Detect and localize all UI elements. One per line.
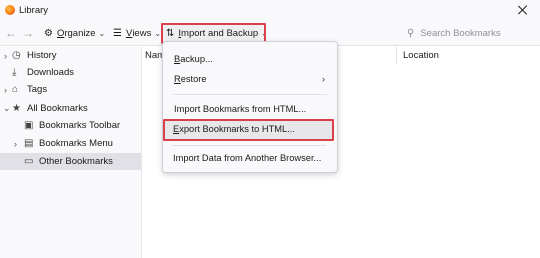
firefox-logo-icon xyxy=(5,5,15,15)
sidebar-tree: › ◷ History ⤓ Downloads › ⌂ Tags ⌄ ★ All… xyxy=(0,47,142,258)
close-window-icon[interactable] xyxy=(516,3,530,17)
tag-icon: ⌂ xyxy=(12,84,19,95)
organize-button[interactable]: ⚙ Organize ⌄ xyxy=(42,25,107,42)
menu-icon: ▤ xyxy=(24,138,34,149)
search-icon: ⚲ xyxy=(407,28,415,39)
search-placeholder: Search Bookmarks xyxy=(420,28,501,39)
forward-arrow-icon[interactable]: → xyxy=(22,26,34,40)
chevron-right-icon[interactable]: › xyxy=(4,51,7,61)
toolbar-icon: ▣ xyxy=(24,120,34,131)
column-separator[interactable] xyxy=(396,47,397,64)
views-button[interactable]: ☰ Views ⌄ xyxy=(111,25,163,42)
column-header-location[interactable]: Location xyxy=(403,47,439,64)
export-item-highlight xyxy=(163,119,334,141)
menu-item-restore[interactable]: Restore › xyxy=(163,71,337,87)
gear-icon: ⚙ xyxy=(44,28,53,39)
sidebar-item-bookmarks-menu[interactable]: › ▤ Bookmarks Menu xyxy=(0,135,141,152)
menu-separator xyxy=(173,94,327,95)
menu-item-import-html[interactable]: Import Bookmarks from HTML... xyxy=(163,101,337,117)
sidebar-item-bookmarks-toolbar[interactable]: ▣ Bookmarks Toolbar xyxy=(0,117,141,134)
chevron-down-icon: ⌄ xyxy=(98,29,106,38)
sidebar-item-other-bookmarks[interactable]: ▭ Other Bookmarks xyxy=(0,153,141,170)
folder-icon: ▭ xyxy=(24,156,34,167)
star-icon: ★ xyxy=(12,103,21,114)
title-bar: Library xyxy=(0,0,540,21)
import-backup-menu: Backup... Restore › Import Bookmarks fro… xyxy=(162,41,338,173)
chevron-right-icon: › xyxy=(322,74,325,84)
sidebar-item-all-bookmarks[interactable]: ⌄ ★ All Bookmarks xyxy=(0,100,141,117)
menu-item-backup[interactable]: Backup... xyxy=(163,51,337,67)
back-arrow-icon[interactable]: ← xyxy=(5,26,17,40)
clock-icon: ◷ xyxy=(12,50,21,61)
sidebar-item-history[interactable]: › ◷ History xyxy=(0,47,141,64)
chevron-right-icon[interactable]: › xyxy=(4,85,7,95)
search-bookmarks-field[interactable]: ⚲ Search Bookmarks xyxy=(403,25,533,42)
list-icon: ☰ xyxy=(113,28,122,39)
chevron-right-icon[interactable]: › xyxy=(14,139,17,149)
download-icon: ⤓ xyxy=(12,67,17,78)
sidebar-item-tags[interactable]: › ⌂ Tags xyxy=(0,81,141,98)
window-title: Library xyxy=(19,5,49,16)
sidebar-item-downloads[interactable]: ⤓ Downloads xyxy=(0,64,141,81)
chevron-down-icon[interactable]: ⌄ xyxy=(3,103,11,114)
